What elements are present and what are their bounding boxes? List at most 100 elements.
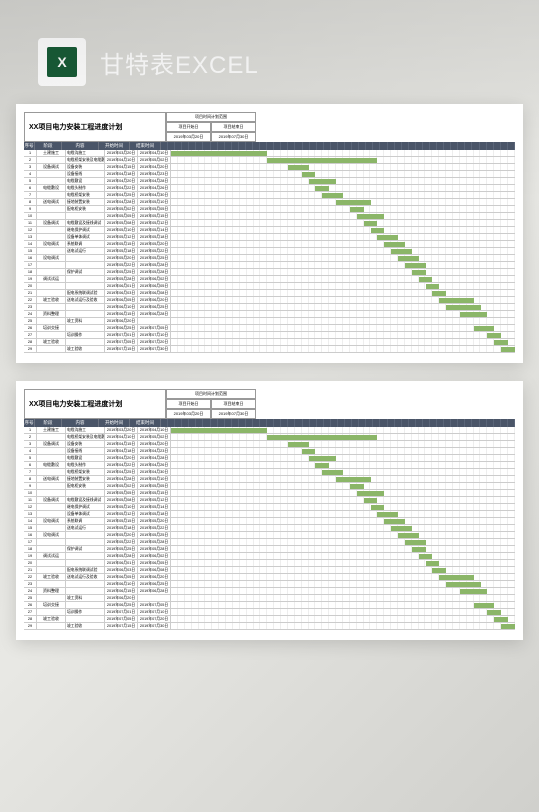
cell: 设备接线 [66, 171, 105, 177]
table-row: 28竣工验收2019年07月05日2019年07月20日 [24, 339, 515, 346]
gantt-bar [336, 477, 370, 482]
gantt-bar [412, 270, 426, 275]
cell: 2019年05月18日 [105, 248, 138, 254]
cell: 27 [24, 609, 37, 615]
gantt-col [508, 419, 515, 427]
gantt-header [161, 142, 515, 150]
gantt-row [171, 192, 515, 198]
gantt-bar [171, 428, 267, 433]
cell: 2019年05月20日 [138, 241, 171, 247]
cell: 电缆头制作 [66, 185, 105, 191]
table-row: 1土建施工电缆沟施工2019年03月20日2019年04月10日 [24, 427, 515, 434]
meta-start-label: 项目开始日 [166, 399, 211, 409]
cell: 2019年05月12日 [138, 220, 171, 226]
excel-icon: X [38, 38, 86, 86]
cell [66, 325, 105, 331]
gantt-col [444, 419, 451, 427]
cell: 3 [24, 164, 37, 170]
cell: 2019年06月25日 [105, 602, 138, 608]
gantt-bar [460, 312, 488, 317]
cell [37, 595, 66, 601]
cell: 2019年06月25日 [105, 325, 138, 331]
cell: 15 [24, 248, 37, 254]
gantt-bar [432, 291, 446, 296]
preview-card-1: XX项目电力安装工程进度计划项目时间计划范围项目开始日项目结束日2019年03月… [16, 104, 523, 363]
gantt-col [409, 419, 416, 427]
gantt-row [171, 269, 515, 275]
gantt-col [288, 142, 295, 150]
col-start: 开始时间 [99, 419, 130, 427]
cell: 2019年05月05日 [105, 490, 138, 496]
gantt-col [409, 142, 416, 150]
cell: 2019年05月02日 [138, 434, 171, 440]
cell: 2019年07月20日 [138, 616, 171, 622]
cell: 22 [24, 297, 37, 303]
cell: 27 [24, 332, 37, 338]
gantt-bar [398, 533, 419, 538]
gantt-bar [439, 575, 473, 580]
cell: 2019年06月03日 [105, 567, 138, 573]
gantt-bar [494, 340, 508, 345]
col-end: 结束时间 [130, 142, 161, 150]
cell [37, 511, 66, 517]
gantt-col [211, 142, 218, 150]
gantt-bar [419, 277, 433, 282]
cell: 送电试运行 [66, 248, 105, 254]
cell: 2019年05月22日 [138, 525, 171, 531]
table-row: 1土建施工电缆沟施工2019年03月20日2019年04月10日 [24, 150, 515, 157]
cell: 2019年05月22日 [105, 262, 138, 268]
gantt-col [310, 419, 317, 427]
gantt-col [423, 142, 430, 150]
cell: 10 [24, 490, 37, 496]
cell: 2019年06月08日 [138, 567, 171, 573]
cell: 23 [24, 581, 37, 587]
gantt-col [168, 419, 175, 427]
gantt-bar [309, 456, 337, 461]
col-content: 内容 [62, 419, 99, 427]
cell: 12 [24, 227, 37, 233]
cell: 2019年04月23日 [138, 171, 171, 177]
gantt-col [168, 142, 175, 150]
cell: 2 [24, 157, 37, 163]
cell: 8 [24, 199, 37, 205]
table-row: 25竣工资料2019年06月20日 [24, 595, 515, 602]
gantt-row [171, 185, 515, 191]
gantt-col [239, 419, 246, 427]
gantt-row [171, 588, 515, 594]
gantt-col [508, 142, 515, 150]
gantt-bar [460, 589, 488, 594]
table-header: 序号阶段内容开始时间结束时间 [24, 142, 515, 150]
gantt-row [171, 623, 515, 629]
cell: 29 [24, 346, 37, 352]
gantt-bar [364, 498, 378, 503]
meta-start-value: 2019年03月20日 [166, 132, 211, 142]
gantt-col [352, 419, 359, 427]
gantt-row [171, 434, 515, 440]
gantt-bar [350, 484, 364, 489]
cell: 2019年07月15日 [105, 623, 138, 629]
table-row: 14设电调试系统联调2019年05月15日2019年05月20日 [24, 241, 515, 248]
table-row: 6电缆敷设电缆头制作2019年04月22日2019年04月26日 [24, 462, 515, 469]
cell: 2019年05月20日 [105, 255, 138, 261]
cell: 2019年06月20日 [138, 574, 171, 580]
cell: 培训操作 [66, 332, 105, 338]
cell: 25 [24, 318, 37, 324]
table-row: 3设备调试设备安装2019年04月15日2019年04月20日 [24, 164, 515, 171]
cell: 继电保护调试 [66, 504, 105, 510]
gantt-col [465, 419, 472, 427]
cell: 2019年06月15日 [105, 588, 138, 594]
gantt-row [171, 441, 515, 447]
gantt-row [171, 276, 515, 282]
cell: 2019年05月28日 [138, 546, 171, 552]
table-row: 19调试试运2019年05月28日2019年06月02日 [24, 553, 515, 560]
gantt-row [171, 602, 515, 608]
cell: 2019年06月02日 [138, 553, 171, 559]
gantt-col [437, 419, 444, 427]
cell: 2019年05月25日 [138, 255, 171, 261]
cell [66, 262, 105, 268]
cell: 2019年04月28日 [105, 476, 138, 482]
cell: 2019年07月10日 [138, 332, 171, 338]
cell: 竣工资料 [66, 595, 105, 601]
meta-start-label: 项目开始日 [166, 122, 211, 132]
table-row: 5电缆敷设2019年04月20日2019年04月28日 [24, 455, 515, 462]
